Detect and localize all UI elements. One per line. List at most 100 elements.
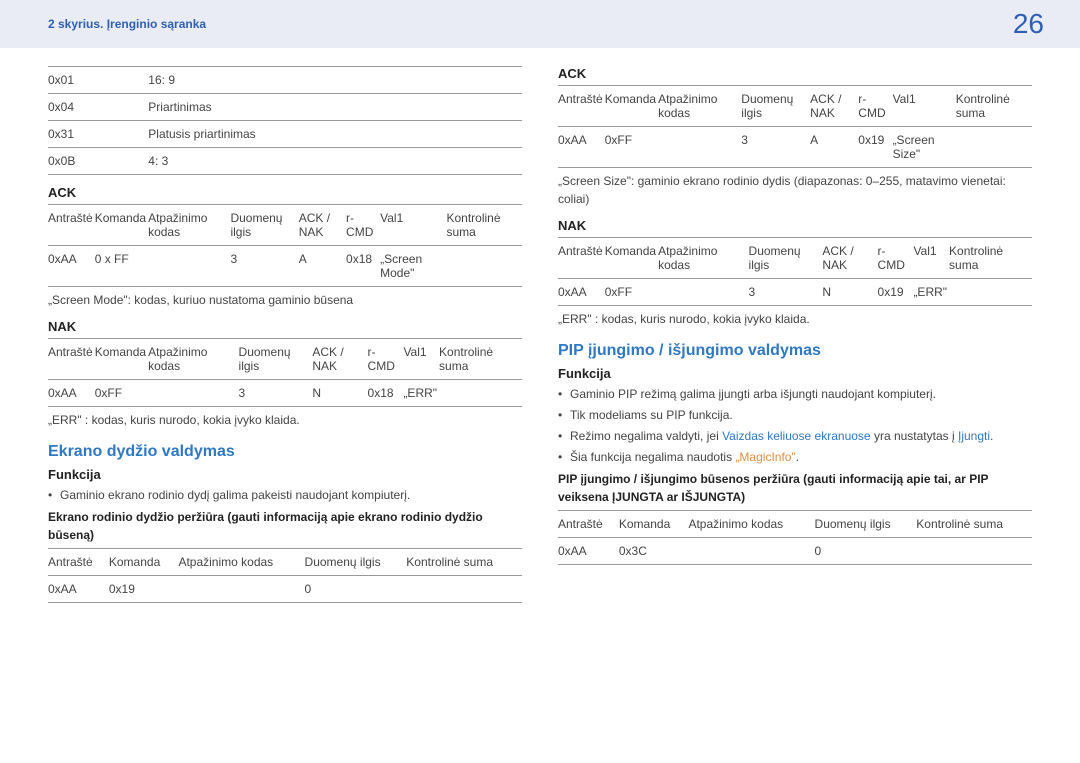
th: Atpažinimo kodas xyxy=(148,205,230,246)
th: Kontrolinė suma xyxy=(949,238,1032,279)
function-bullets-right: Gaminio PIP režimą galima įjungti arba i… xyxy=(558,385,1032,466)
td xyxy=(956,127,1032,168)
td xyxy=(178,576,304,603)
bullet: Gaminio ekrano rodinio dydį galima pakei… xyxy=(48,486,522,504)
screen-size-control-heading: Ekrano dydžio valdymas xyxy=(48,443,522,461)
text: . xyxy=(796,450,799,464)
on-link[interactable]: Įjungti xyxy=(958,429,990,443)
bullet: Tik modeliams su PIP funkcija. xyxy=(558,406,1032,424)
right-column: ACK Antraštė Komanda Atpažinimo kodas Du… xyxy=(558,60,1032,603)
td: 3 xyxy=(239,380,313,407)
page-header: 2 skyrius. Įrenginio sąranka 26 xyxy=(0,0,1080,48)
td: 0xAA xyxy=(48,246,95,287)
th: ACK / NAK xyxy=(299,205,346,246)
function-bullets-left: Gaminio ekrano rodinio dydį galima pakei… xyxy=(48,486,522,504)
cell: 0x31 xyxy=(48,121,148,148)
th: Kontrolinė suma xyxy=(916,511,1032,538)
th: r-CMD xyxy=(346,205,380,246)
td xyxy=(916,538,1032,565)
th: Antraštė xyxy=(558,86,605,127)
td xyxy=(148,380,238,407)
cell: 0x01 xyxy=(48,67,148,94)
cell: 16: 9 xyxy=(148,67,522,94)
text: yra nustatytas į xyxy=(871,429,958,443)
td: „ERR" xyxy=(913,279,949,306)
view-screen-size-text: Ekrano rodinio dydžio peržiūra (gauti in… xyxy=(48,508,522,544)
th: ACK / NAK xyxy=(810,86,858,127)
td xyxy=(148,246,230,287)
th: r-CMD xyxy=(368,339,404,380)
magicinfo-link[interactable]: „MagicInfo" xyxy=(735,450,795,464)
th: Kontrolinė suma xyxy=(956,86,1032,127)
left-column: 0x0116: 9 0x04Priartinimas 0x31Platusis … xyxy=(48,60,522,603)
th: Atpažinimo kodas xyxy=(178,549,304,576)
bullet: Režimo negalima valdyti, jei Vaizdas kel… xyxy=(558,427,1032,445)
th: Komanda xyxy=(95,205,148,246)
td: 0x18 xyxy=(368,380,404,407)
td: 3 xyxy=(230,246,298,287)
cell: 4: 3 xyxy=(148,148,522,175)
td: 0x18 xyxy=(346,246,380,287)
td: 0x19 xyxy=(109,576,179,603)
td xyxy=(658,279,748,306)
text: Režimo negalima valdyti, jei xyxy=(570,429,722,443)
td: 0xFF xyxy=(605,127,658,168)
function-heading-right: Funkcija xyxy=(558,366,1032,381)
th: Val1 xyxy=(403,339,439,380)
td: 0xFF xyxy=(605,279,658,306)
ack-heading: ACK xyxy=(48,185,522,200)
td: 0x3C xyxy=(619,538,689,565)
cell: 0x04 xyxy=(48,94,148,121)
err-description-right: „ERR" : kodas, kuris nurodo, kokia įvyko… xyxy=(558,310,1032,328)
td xyxy=(446,246,522,287)
nak-heading: NAK xyxy=(48,319,522,334)
td: 0 x FF xyxy=(95,246,148,287)
th: Val1 xyxy=(893,86,956,127)
th: Kontrolinė suma xyxy=(406,549,522,576)
th: Duomenų ilgis xyxy=(305,549,407,576)
td xyxy=(439,380,522,407)
ack-table-right: Antraštė Komanda Atpažinimo kodas Duomen… xyxy=(558,85,1032,168)
th: Atpažinimo kodas xyxy=(148,339,238,380)
ack-heading-right: ACK xyxy=(558,66,1032,81)
bullet: Gaminio PIP režimą galima įjungti arba i… xyxy=(558,385,1032,403)
view-table-right: Antraštė Komanda Atpažinimo kodas Duomen… xyxy=(558,510,1032,565)
td: A xyxy=(299,246,346,287)
text: Šia funkcija negalima naudotis xyxy=(570,450,735,464)
video-wall-link[interactable]: Vaizdas keliuose ekranuose xyxy=(722,429,871,443)
page-content: 0x0116: 9 0x04Priartinimas 0x31Platusis … xyxy=(0,48,1080,603)
screen-size-description: „Screen Size": gaminio ekrano rodinio dy… xyxy=(558,172,1032,208)
td: 0x19 xyxy=(858,127,892,168)
th: Duomenų ilgis xyxy=(749,238,823,279)
th: Komanda xyxy=(619,511,689,538)
screen-mode-description: „Screen Mode": kodas, kuriuo nustatoma g… xyxy=(48,291,522,309)
td: 0xAA xyxy=(558,538,619,565)
view-table-left: Antraštė Komanda Atpažinimo kodas Duomen… xyxy=(48,548,522,603)
th: Duomenų ilgis xyxy=(741,86,810,127)
td: N xyxy=(312,380,367,407)
ack-table-left: Antraštė Komanda Atpažinimo kodas Duomen… xyxy=(48,204,522,287)
th: Komanda xyxy=(605,86,658,127)
td: 3 xyxy=(749,279,823,306)
td: 0xAA xyxy=(558,279,605,306)
th: Atpažinimo kodas xyxy=(658,86,741,127)
cell: Priartinimas xyxy=(148,94,522,121)
td: A xyxy=(810,127,858,168)
td: 0xFF xyxy=(95,380,148,407)
err-description-left: „ERR" : kodas, kuris nurodo, kokia įvyko… xyxy=(48,411,522,429)
td: „ERR" xyxy=(403,380,439,407)
th: Val1 xyxy=(913,238,949,279)
th: r-CMD xyxy=(878,238,914,279)
chapter-label: 2 skyrius. Įrenginio sąranka xyxy=(48,17,206,31)
th: Antraštė xyxy=(48,339,95,380)
th: ACK / NAK xyxy=(822,238,877,279)
th: Duomenų ilgis xyxy=(815,511,917,538)
td: 0x19 xyxy=(878,279,914,306)
nak-table-right: Antraštė Komanda Atpažinimo kodas Duomen… xyxy=(558,237,1032,306)
th: Kontrolinė suma xyxy=(439,339,522,380)
pip-control-heading: PIP įjungimo / išjungimo valdymas xyxy=(558,342,1032,360)
cell: Platusis priartinimas xyxy=(148,121,522,148)
th: Komanda xyxy=(95,339,148,380)
th: Antraštė xyxy=(48,549,109,576)
td: 3 xyxy=(741,127,810,168)
